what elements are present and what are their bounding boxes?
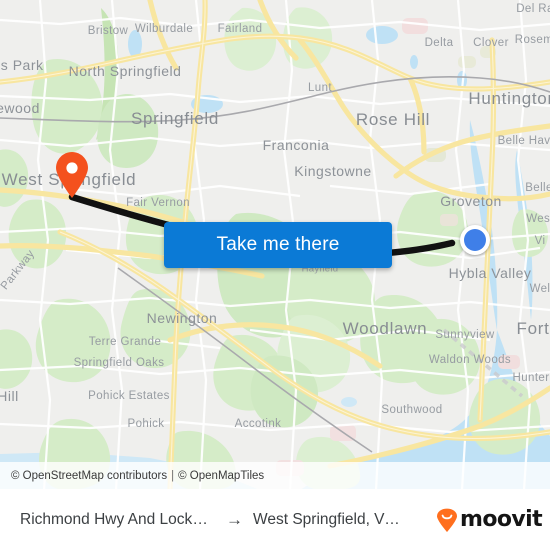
- moovit-map-card: Bristow Wilburdale Fairland Delta Clover Del …: [0, 0, 550, 550]
- attribution-openmaptiles[interactable]: © OpenMapTiles: [178, 470, 264, 482]
- take-me-there-label: Take me there: [216, 234, 340, 255]
- moovit-wordmark: moovit: [460, 507, 543, 532]
- take-me-there-button[interactable]: Take me there: [164, 222, 392, 268]
- destination-map-pin-icon[interactable]: [55, 152, 89, 198]
- trip-footer-bar: Richmond Hwy And Lockhe… → West Springfi…: [0, 489, 550, 550]
- trip-arrow-icon: →: [226, 510, 243, 529]
- origin-location-dot-icon[interactable]: [460, 225, 490, 255]
- trip-origin-label: Richmond Hwy And Lockhe…: [20, 510, 216, 528]
- map-canvas[interactable]: Bristow Wilburdale Fairland Delta Clover Del …: [0, 0, 550, 490]
- trip-destination-label: West Springfield, Vi…: [253, 510, 403, 528]
- attribution-openstreetmap[interactable]: © OpenStreetMap contributors: [11, 470, 167, 482]
- map-attribution: © OpenStreetMap contributors | © OpenMap…: [0, 462, 550, 489]
- attribution-separator: |: [171, 469, 175, 482]
- moovit-pin-icon: [437, 508, 458, 532]
- moovit-logo[interactable]: moovit: [436, 507, 543, 532]
